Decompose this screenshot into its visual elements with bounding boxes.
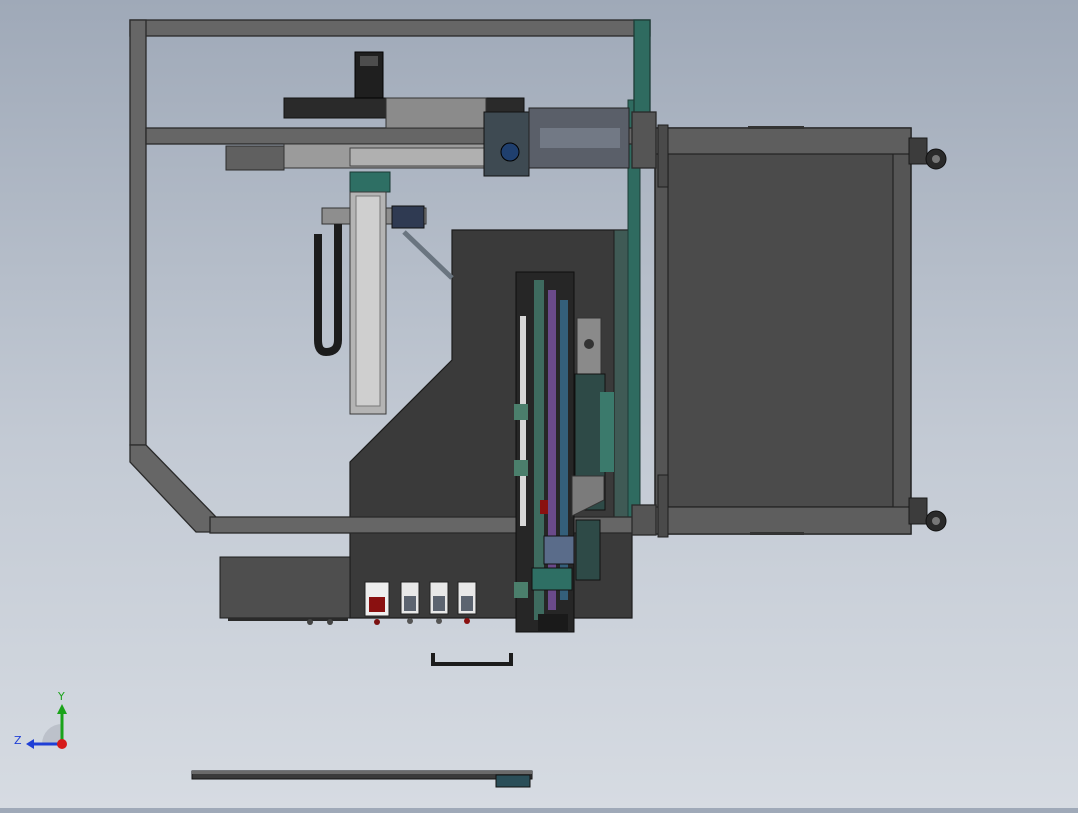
caster-wheel-bottom bbox=[908, 497, 947, 532]
axis-z-label: Z bbox=[14, 734, 22, 747]
axis-y-label: Y bbox=[57, 690, 65, 703]
floor-rail bbox=[191, 770, 533, 788]
control-box bbox=[219, 556, 351, 625]
door-handle bbox=[431, 653, 513, 666]
machine-cabinet bbox=[654, 124, 912, 538]
mechanism-cluster bbox=[514, 271, 614, 633]
model-canvas[interactable]: Y Z bbox=[0, 0, 1078, 808]
axis-triad-icon bbox=[26, 704, 67, 749]
caster-wheel-top bbox=[908, 137, 947, 170]
cad-viewport[interactable]: Y Z bbox=[0, 0, 1078, 808]
gantry-module bbox=[225, 51, 630, 193]
